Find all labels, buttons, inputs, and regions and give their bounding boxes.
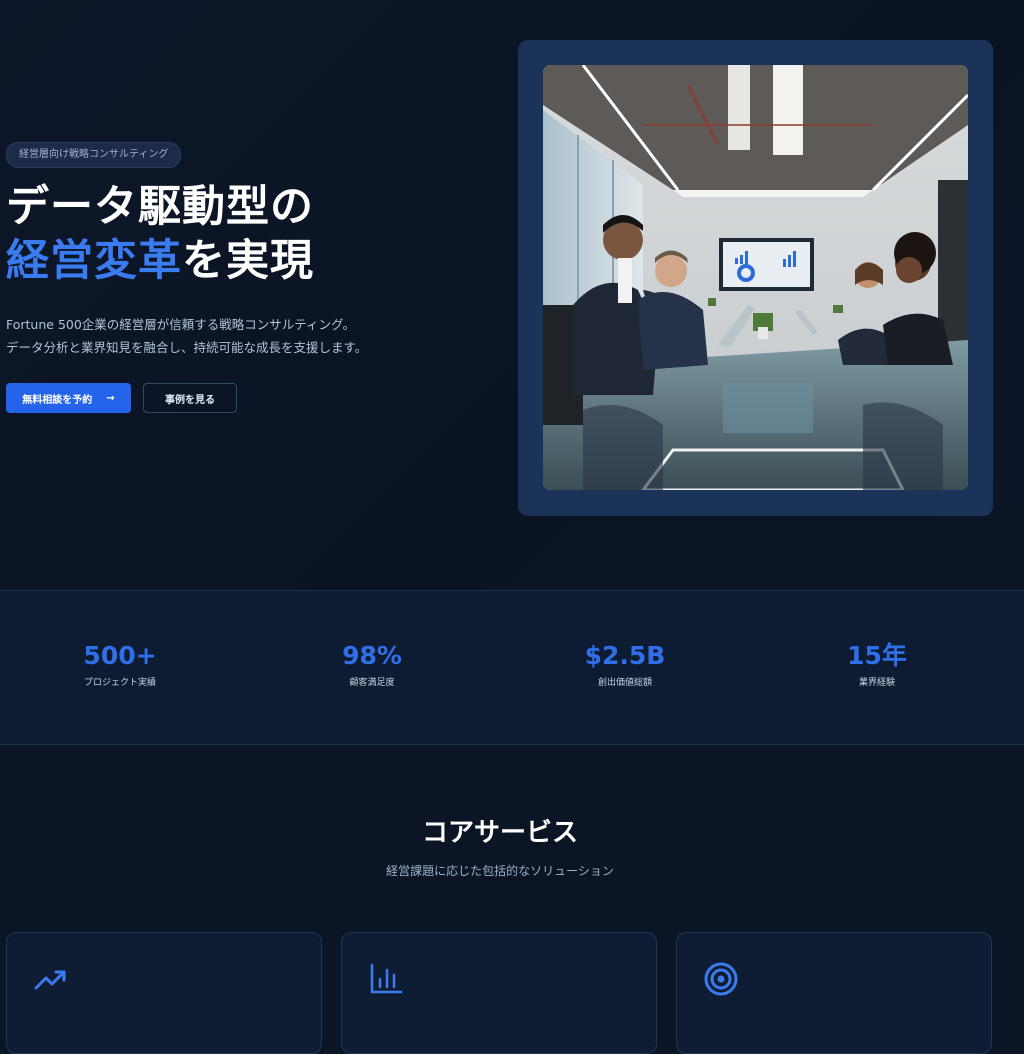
bar-chart-icon — [370, 963, 403, 994]
stat-value: 98% — [342, 641, 402, 670]
stat-label: 創出価値総額 — [597, 678, 652, 688]
hero-section: 経営層向け戦略コンサルティング データ駆動型の 経営変革を実現 Fortune … — [0, 0, 1024, 590]
book-consultation-label: 無料相談を予約 — [22, 394, 93, 406]
stat-experience: 15年 業界経験 — [787, 639, 967, 688]
hero-description: Fortune 500企業の経営層が信頼する戦略コンサルティング。 データ分析と… — [6, 313, 476, 359]
service-card-strategy[interactable] — [676, 932, 992, 1054]
hero-title-line1: データ駆動型の — [6, 182, 314, 232]
hero-badge: 経営層向け戦略コンサルティング — [6, 142, 182, 168]
stat-projects: 500+ プロジェクト実績 — [30, 639, 210, 688]
stat-satisfaction: 98% 顧客満足度 — [282, 639, 462, 688]
hero-image-frame — [518, 40, 993, 516]
book-consultation-button[interactable]: 無料相談を予約 → — [6, 383, 131, 413]
arrow-right-icon: → — [106, 392, 115, 404]
trending-up-icon — [34, 970, 66, 990]
services-subtitle: 経営課題に応じた包括的なソリューション — [386, 864, 614, 878]
stat-value: 15年 — [847, 641, 907, 670]
view-cases-button[interactable]: 事例を見る — [143, 383, 237, 413]
meeting-room-photo — [543, 65, 968, 490]
service-card-growth[interactable] — [6, 932, 322, 1054]
stats-section: 500+ プロジェクト実績 98% 顧客満足度 $2.5B 創出価値総額 15年… — [0, 590, 1024, 745]
hero-title-accent: 経営変革 — [6, 236, 182, 286]
stat-label: プロジェクト実績 — [83, 678, 156, 688]
stat-value-created: $2.5B 創出価値総額 — [535, 639, 715, 688]
hero-title-line2: を実現 — [182, 236, 314, 286]
stat-label: 業界経験 — [858, 678, 895, 688]
target-icon — [704, 962, 738, 996]
services-title: コアサービス — [421, 818, 578, 848]
hero-title: データ駆動型の 経営変革を実現 — [6, 180, 314, 288]
hero-description-line2: データ分析と業界知見を融合し、持続可能な成長を支援します。 — [6, 340, 368, 355]
hero-description-line1: Fortune 500企業の経営層が信頼する戦略コンサルティング。 — [6, 317, 356, 332]
stat-value: 500+ — [83, 641, 157, 670]
stat-label: 顧客満足度 — [349, 678, 395, 688]
service-card-analytics[interactable] — [341, 932, 657, 1054]
stat-value: $2.5B — [584, 641, 666, 670]
